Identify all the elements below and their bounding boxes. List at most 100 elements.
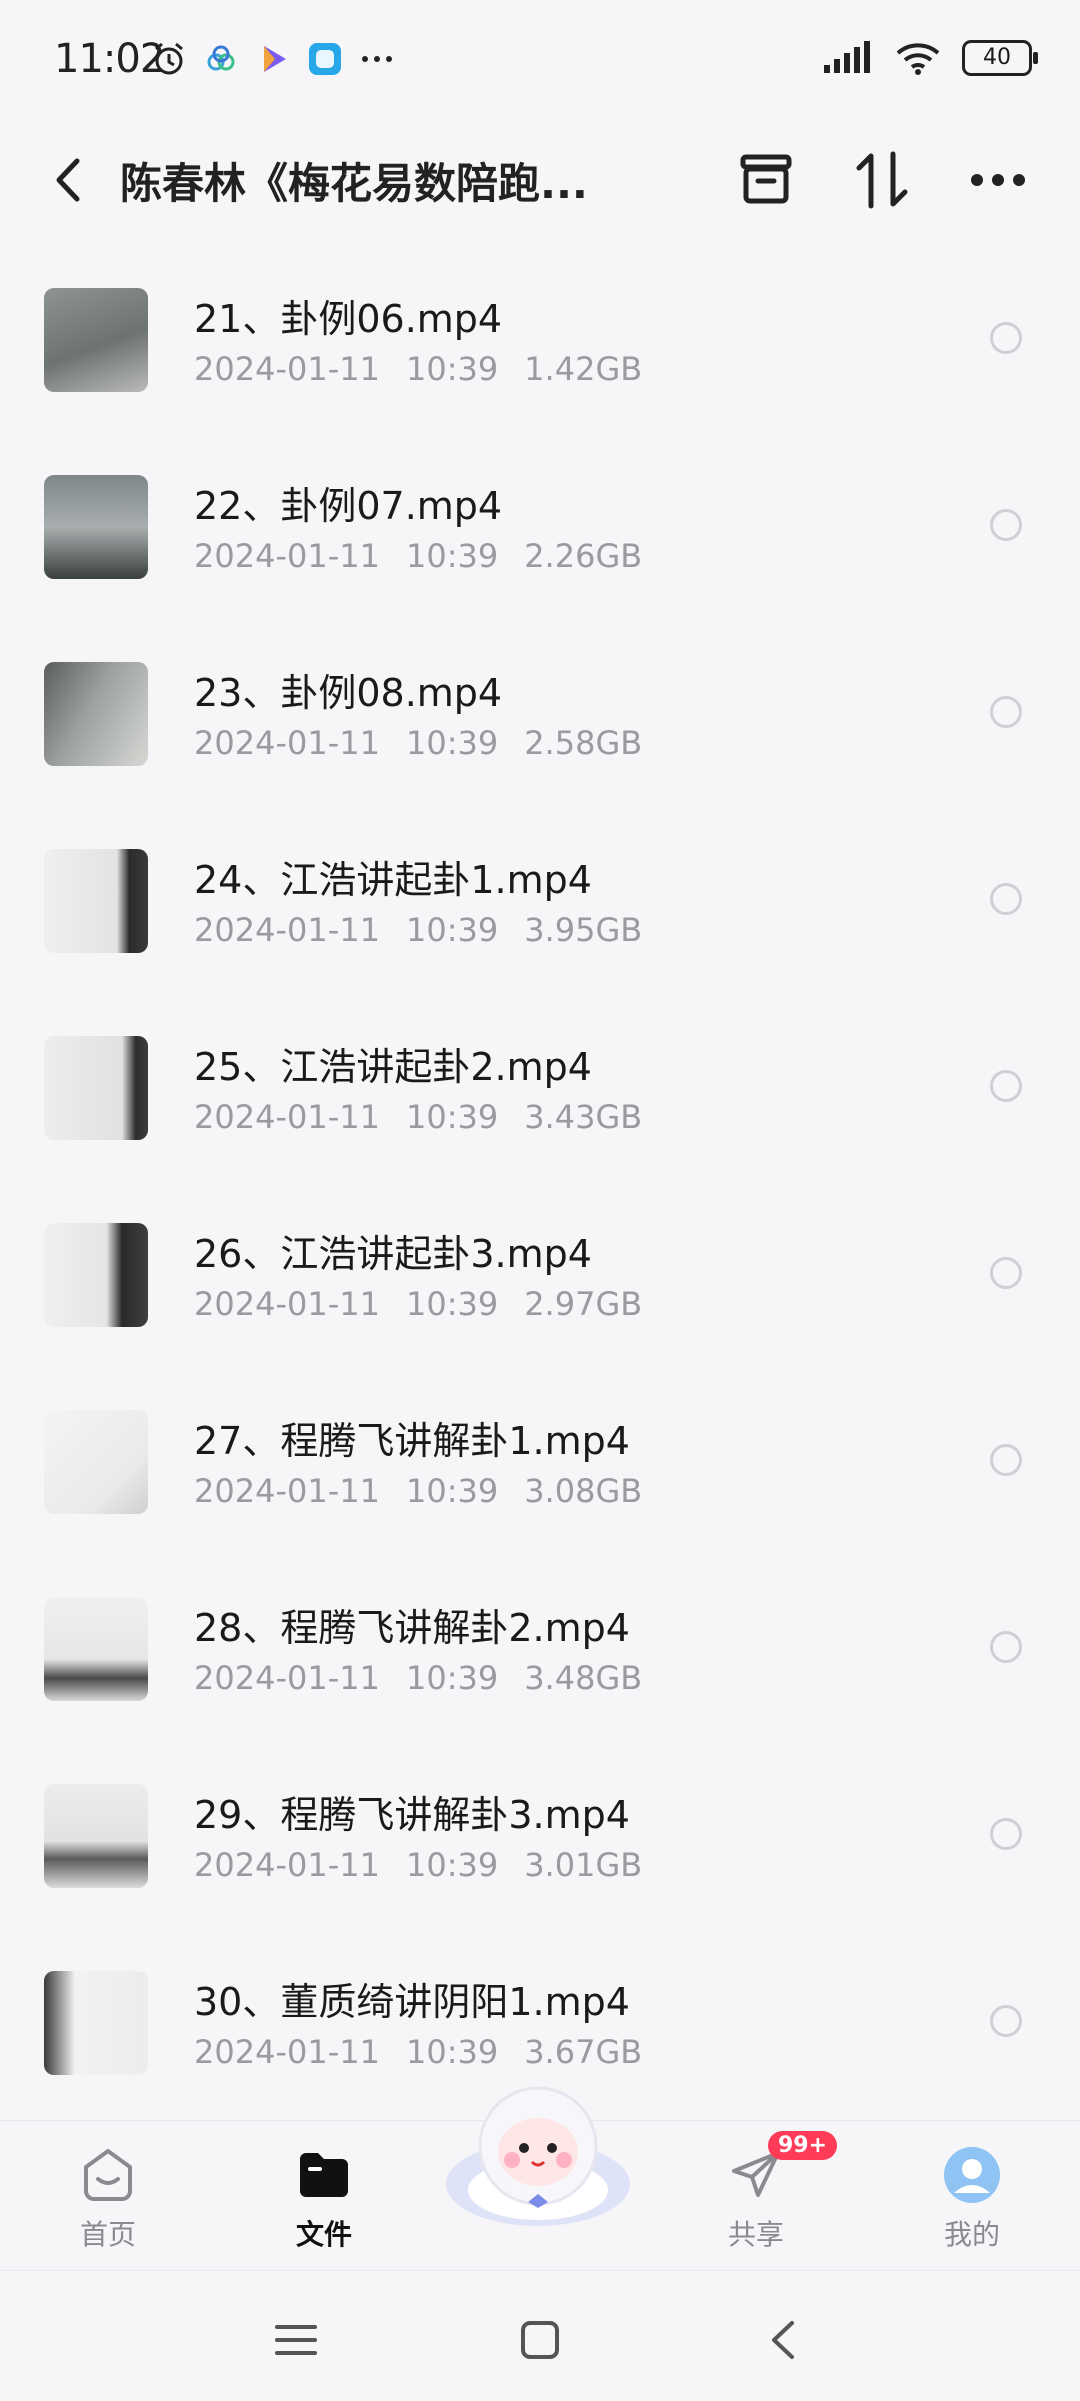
file-meta: 2024-01-11 10:39 3.48GB [194,1659,668,1697]
select-radio[interactable] [990,509,1022,541]
select-radio[interactable] [990,1257,1022,1289]
file-time: 10:39 [405,1285,499,1323]
select-radio[interactable] [990,1631,1022,1663]
video-thumbnail [44,1597,148,1701]
video-thumbnail [44,288,148,392]
file-name: 22、卦例07.mp4 [194,484,503,528]
file-name: 26、江浩讲起卦3.mp4 [194,1232,592,1276]
file-name: 23、卦例08.mp4 [194,671,503,715]
folder-icon [300,2153,348,2197]
select-radio[interactable] [990,322,1022,354]
file-name: 29、程腾飞讲解卦3.mp4 [194,1793,630,1837]
file-size: 1.42GB [524,350,643,388]
sort-icon [856,151,908,209]
file-name: 24、江浩讲起卦1.mp4 [194,858,592,902]
select-radio[interactable] [990,1070,1022,1102]
select-radio[interactable] [990,1444,1022,1476]
nav-files[interactable]: 文件 [264,2131,384,2253]
file-size: 2.26GB [524,537,643,575]
file-time: 10:39 [405,2033,499,2071]
file-row[interactable]: 23、卦例08.mp4 2024-01-11 10:39 2.58GB [0,624,1080,811]
file-date: 2024-01-11 [194,350,380,388]
sort-button[interactable] [846,140,918,220]
file-size: 2.97GB [524,1285,643,1323]
file-size: 2.58GB [524,724,643,762]
video-thumbnail [44,1410,148,1514]
wifi-icon [896,43,940,75]
mascot-assistant-icon[interactable] [438,2072,638,2242]
file-time: 10:39 [405,1472,499,1510]
file-time: 10:39 [405,1846,499,1884]
select-radio[interactable] [990,696,1022,728]
video-thumbnail [44,849,148,953]
file-time: 10:39 [405,724,499,762]
archive-button[interactable] [730,140,802,220]
file-name: 25、江浩讲起卦2.mp4 [194,1045,592,1089]
file-meta: 2024-01-11 10:39 3.08GB [194,1472,668,1510]
file-date: 2024-01-11 [194,1659,380,1697]
system-back-icon[interactable] [760,2315,810,2365]
file-name: 30、董质绮讲阴阳1.mp4 [194,1980,630,2024]
file-meta: 2024-01-11 10:39 3.95GB [194,911,668,949]
nav-home-label: 首页 [79,2218,136,2251]
file-row[interactable]: 25、江浩讲起卦2.mp4 2024-01-11 10:39 3.43GB [0,998,1080,1185]
file-size: 3.67GB [524,2033,643,2071]
file-meta: 2024-01-11 10:39 2.58GB [194,724,668,762]
home-square-icon[interactable] [515,2315,565,2365]
battery-indicator: 40 [962,40,1038,76]
avatar-icon [944,2147,1000,2203]
file-row[interactable]: 24、江浩讲起卦1.mp4 2024-01-11 10:39 3.95GB [0,811,1080,998]
play-app-icon [264,46,286,72]
file-meta: 2024-01-11 10:39 3.43GB [194,1098,668,1136]
file-size: 3.48GB [524,1659,643,1697]
file-meta: 2024-01-11 10:39 3.67GB [194,2033,668,2071]
signal-icon [824,41,870,73]
file-date: 2024-01-11 [194,2033,380,2071]
alarm-icon [155,42,183,75]
file-meta: 2024-01-11 10:39 2.26GB [194,537,668,575]
nav-me-label: 我的 [943,2218,1000,2251]
file-time: 10:39 [405,1098,499,1136]
file-row[interactable]: 28、程腾飞讲解卦2.mp4 2024-01-11 10:39 3.48GB [0,1559,1080,1746]
file-date: 2024-01-11 [194,724,380,762]
file-name: 27、程腾飞讲解卦1.mp4 [194,1419,630,1463]
file-meta: 2024-01-11 10:39 3.01GB [194,1846,668,1884]
file-row[interactable]: 21、卦例06.mp4 2024-01-11 10:39 1.42GB [0,250,1080,437]
header: 陈春林《梅花易数陪跑... [0,120,1080,250]
file-date: 2024-01-11 [194,1285,380,1323]
file-size: 3.43GB [524,1098,643,1136]
file-size: 3.95GB [524,911,643,949]
select-radio[interactable] [990,1818,1022,1850]
more-notifications-icon [362,56,392,62]
file-row[interactable]: 22、卦例07.mp4 2024-01-11 10:39 2.26GB [0,437,1080,624]
more-button[interactable] [962,140,1034,220]
menu-icon[interactable] [271,2315,321,2365]
file-row[interactable]: 27、程腾飞讲解卦1.mp4 2024-01-11 10:39 3.08GB [0,1372,1080,1559]
video-thumbnail [44,1784,148,1888]
file-time: 10:39 [405,350,499,388]
nav-home[interactable]: 首页 [48,2131,168,2253]
video-thumbnail [44,662,148,766]
file-time: 10:39 [405,911,499,949]
file-row[interactable]: 29、程腾飞讲解卦3.mp4 2024-01-11 10:39 3.01GB [0,1746,1080,1933]
file-meta: 2024-01-11 10:39 2.97GB [194,1285,668,1323]
status-right: 40 [822,40,1038,76]
file-date: 2024-01-11 [194,1846,380,1884]
file-meta: 2024-01-11 10:39 1.42GB [194,350,668,388]
back-button[interactable] [40,140,96,220]
file-name: 28、程腾飞讲解卦2.mp4 [194,1606,630,1650]
file-date: 2024-01-11 [194,1472,380,1510]
select-radio[interactable] [990,2005,1022,2037]
more-icon [971,174,1025,186]
select-radio[interactable] [990,883,1022,915]
nav-me[interactable]: 我的 [912,2131,1032,2253]
file-list: 21、卦例06.mp4 2024-01-11 10:39 1.42GB 22、卦例0… [0,250,1080,2120]
status-time: 11:02 [54,36,165,82]
file-row[interactable]: 26、江浩讲起卦3.mp4 2024-01-11 10:39 2.97GB [0,1185,1080,1372]
nav-files-label: 文件 [295,2218,352,2251]
video-thumbnail [44,1036,148,1140]
nav-share[interactable]: 99+ 共享 [696,2131,838,2253]
file-size: 3.01GB [524,1846,643,1884]
video-thumbnail [44,1223,148,1327]
app-square-icon [309,43,341,75]
